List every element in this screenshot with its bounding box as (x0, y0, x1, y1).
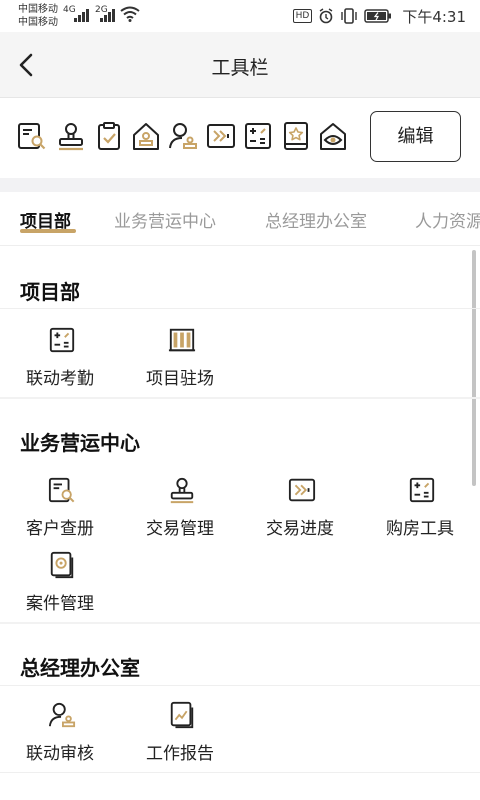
tab-gm-office[interactable]: 总经理办公室 (265, 207, 367, 232)
tab-operations-center[interactable]: 业务营运中心 (114, 207, 216, 232)
active-tab-indicator (20, 229, 76, 233)
tool-item-linked-review[interactable]: 联动审核 (0, 701, 120, 781)
signal-icon (74, 8, 92, 22)
eye-icon[interactable] (318, 121, 348, 151)
carrier-1: 中国移动 (18, 4, 58, 15)
divider (0, 685, 480, 686)
wifi-icon (120, 6, 140, 22)
carrier-2: 中国移动 (18, 17, 58, 28)
tool-item-linked-attendance[interactable]: 联动考勤 (0, 326, 120, 406)
progress-icon[interactable] (206, 121, 236, 151)
tool-item-label: 交易管理 (146, 519, 214, 539)
tab-hr[interactable]: 人力资源 (415, 207, 480, 232)
carrier-info: 中国移动 中国移动 (18, 3, 58, 29)
signal-icon (100, 8, 118, 22)
edit-button[interactable]: 编辑 (370, 111, 461, 162)
tool-item-case-management[interactable]: 案件管理 (0, 551, 120, 631)
stamp-icon[interactable] (56, 121, 86, 151)
divider (0, 772, 480, 773)
house-stamp-icon[interactable] (131, 121, 161, 151)
nav-bar: 工具栏 (0, 32, 480, 98)
section-title-project-dept: 项目部 (20, 280, 80, 304)
status-right: HD 下午4:31 (292, 6, 466, 26)
user-stamp-icon (48, 701, 76, 729)
clock-time: 下午4:31 (402, 7, 466, 26)
category-tabs: 项目部 业务营运中心 总经理办公室 人力资源 (0, 192, 480, 246)
star-book-icon[interactable] (281, 121, 311, 151)
customer-search-icon (48, 476, 76, 504)
battery-icon (364, 9, 392, 23)
tool-item-label: 购房工具 (386, 519, 454, 539)
calculator-icon (408, 476, 436, 504)
case-icon (48, 551, 76, 579)
tool-item-label: 客户查册 (26, 519, 94, 539)
hd-icon: HD (292, 9, 313, 23)
tool-item-label: 联动考勤 (26, 369, 94, 389)
tool-item-transaction-management[interactable]: 交易管理 (120, 476, 240, 556)
calculator-icon (48, 326, 76, 354)
section-title-operations-center: 业务营运中心 (20, 431, 140, 455)
section-divider (0, 622, 480, 624)
divider (0, 308, 480, 309)
vibrate-icon (340, 8, 358, 24)
alarm-icon (318, 8, 334, 24)
section-title-gm-office: 总经理办公室 (20, 656, 140, 680)
separator-band (0, 178, 480, 192)
tool-item-label: 交易进度 (266, 519, 334, 539)
tool-item-work-report[interactable]: 工作报告 (120, 701, 240, 781)
status-bar: 中国移动 中国移动 4G 2G HD 下午4:31 (0, 0, 480, 32)
tool-item-customer-lookup[interactable]: 客户查册 (0, 476, 120, 556)
page-title: 工具栏 (211, 57, 269, 79)
section-divider (0, 397, 480, 399)
tool-item-label: 联动审核 (26, 744, 94, 764)
tool-item-label: 项目驻场 (146, 369, 214, 389)
clipboard-check-icon[interactable] (94, 121, 124, 151)
tool-item-label: 工作报告 (146, 744, 214, 764)
stamp-icon (168, 476, 196, 504)
quick-toolbar: 编辑 (0, 98, 480, 178)
report-icon (168, 701, 196, 729)
scrollbar[interactable] (472, 250, 476, 486)
user-stamp-icon[interactable] (168, 121, 198, 151)
tool-item-project-onsite[interactable]: 项目驻场 (120, 326, 240, 406)
tool-item-home-buying-tools[interactable]: 购房工具 (360, 476, 480, 556)
calculator-icon[interactable] (243, 121, 273, 151)
customer-search-icon[interactable] (17, 121, 47, 151)
building-icon (168, 326, 196, 354)
tool-item-transaction-progress[interactable]: 交易进度 (240, 476, 360, 556)
progress-icon (288, 476, 316, 504)
tool-item-label: 案件管理 (26, 594, 94, 614)
